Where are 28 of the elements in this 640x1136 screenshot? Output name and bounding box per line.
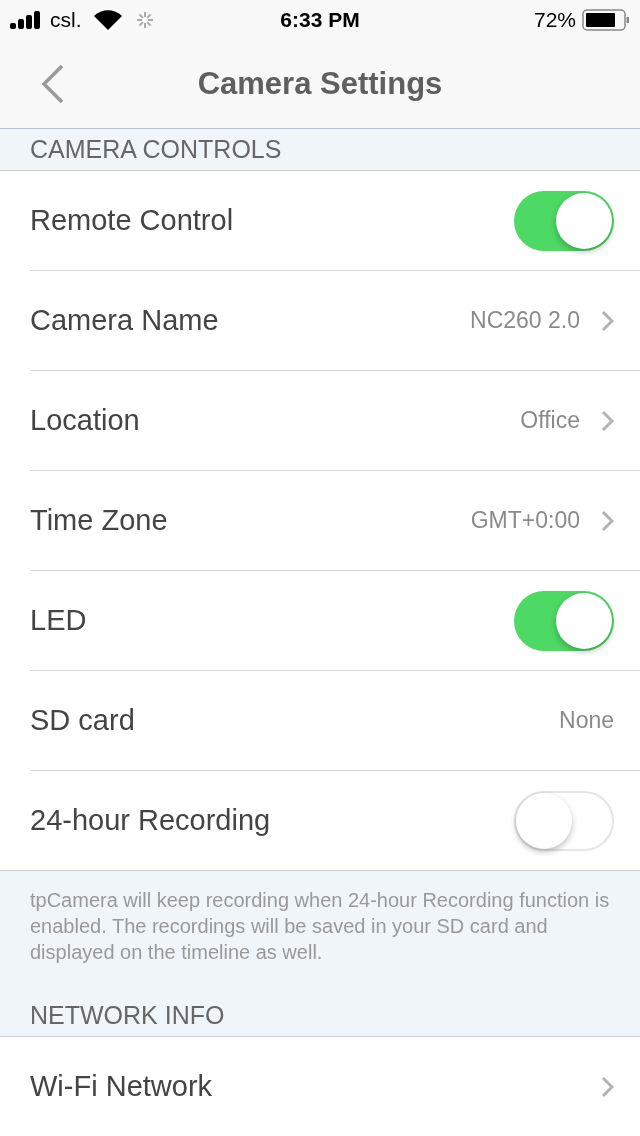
- battery-icon: [582, 9, 630, 31]
- carrier-name: csl.: [50, 8, 82, 32]
- screen-title: Camera Settings: [197, 66, 443, 102]
- chevron-icon: [600, 1074, 614, 1099]
- section-header: CAMERA CONTROLS: [30, 135, 282, 164]
- setting-value: None: [559, 707, 614, 734]
- wifi-icon: [93, 10, 122, 30]
- setting-label: Time Zone: [30, 504, 169, 537]
- setting-label: Remote Control: [30, 204, 235, 237]
- setting-label: LED: [30, 604, 88, 637]
- section-header: NETWORK INFO: [30, 1001, 225, 1030]
- setting-label: Camera Name: [30, 304, 220, 337]
- chevron-icon: [600, 508, 614, 533]
- status-time: 6:33 PM: [280, 8, 360, 32]
- setting-value: GMT+0:00: [470, 507, 580, 534]
- toggle-switch[interactable]: [514, 190, 614, 251]
- setting-label: 24-hour Recording: [30, 804, 272, 837]
- setting-value: NC260 2.0: [470, 307, 580, 334]
- footer-note: tpCamera will keep recording when 24-hour Recording function is enabled. The recordings will be saved in your SD card and displayed on the timeline as well.: [30, 889, 610, 963]
- setting-label: SD card: [30, 704, 136, 737]
- setting-label: Location: [30, 404, 141, 437]
- setting-value: Office: [520, 407, 580, 434]
- battery-percent: 72%: [533, 8, 576, 32]
- chevron-icon: [600, 408, 614, 433]
- toggle-switch[interactable]: [514, 790, 614, 851]
- toggle-switch[interactable]: [514, 590, 614, 651]
- setting-label: Wi-Fi Network: [30, 1070, 214, 1103]
- chevron-icon: [600, 308, 614, 333]
